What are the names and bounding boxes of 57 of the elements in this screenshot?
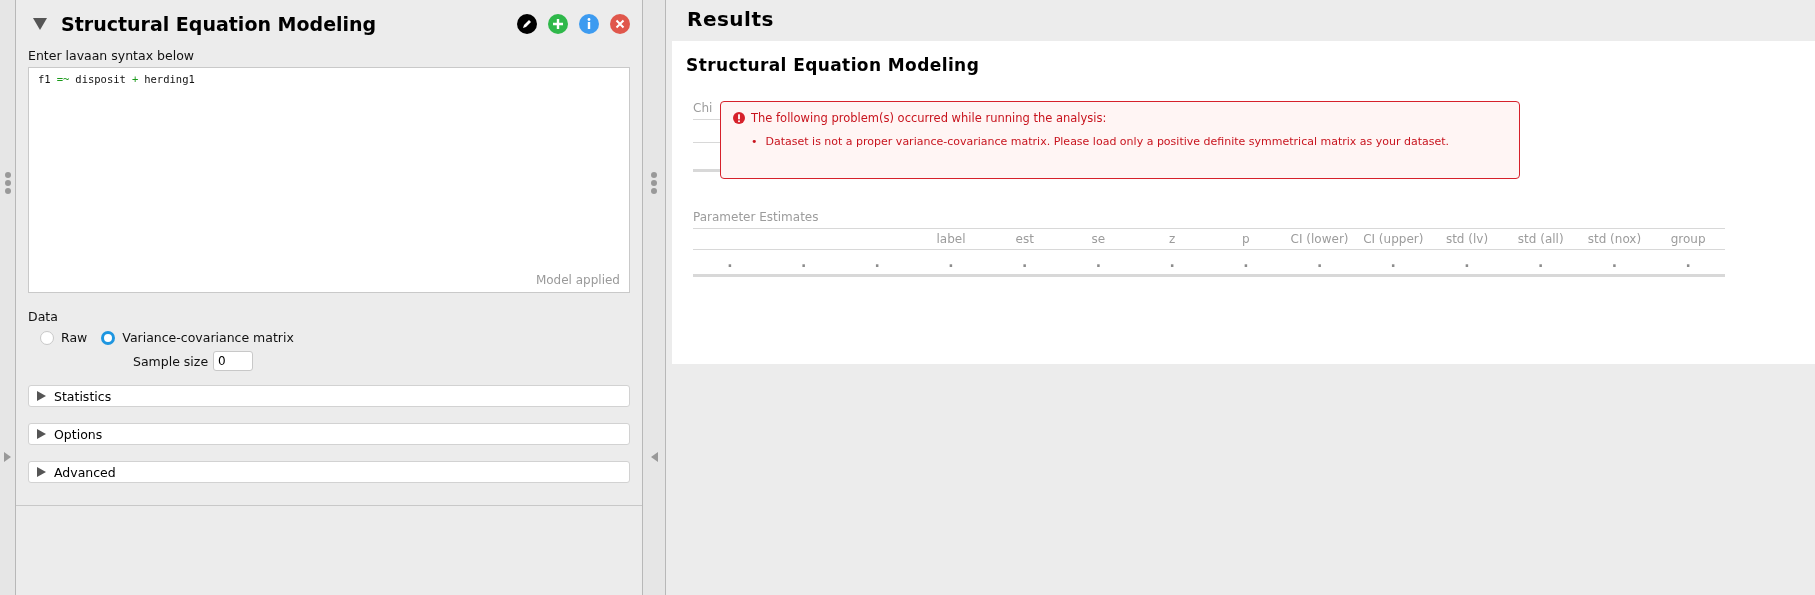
collapse-icon[interactable] <box>33 18 47 30</box>
radio-label[interactable]: Raw <box>61 330 88 345</box>
table-cell-text: . <box>947 254 955 270</box>
radio-button[interactable] <box>40 330 54 345</box>
collapse-arrow-icon[interactable] <box>650 452 658 462</box>
table-cell-text: . <box>1463 254 1471 270</box>
table-cell-text: . <box>1389 254 1397 270</box>
code-line: f1 =~ disposit + herding1 <box>38 73 196 85</box>
section-header[interactable]: Statistics <box>28 385 630 407</box>
table-cell-text: . <box>1315 254 1324 270</box>
data-label: Data <box>28 309 59 324</box>
column-header: group <box>1669 232 1707 246</box>
plus-icon[interactable] <box>548 14 568 34</box>
close-icon[interactable] <box>610 14 630 34</box>
column-header: std (nox) <box>1586 232 1643 246</box>
bullet: • <box>751 135 758 148</box>
radio-label[interactable]: Variance-covariance matrix <box>122 330 294 345</box>
sample-size-field[interactable]: 0 <box>213 351 254 371</box>
table-cell-text: . <box>1168 254 1176 270</box>
table-title: Parameter Estimates <box>693 210 820 224</box>
sample-size-label: Sample size <box>133 353 209 369</box>
radio-button[interactable] <box>101 330 116 345</box>
drag-handle-icon[interactable] <box>4 172 11 194</box>
drag-handle-icon[interactable] <box>651 172 657 194</box>
error-item: Dataset is not a proper variance-covariance matrix. Please load only a positive definite symmetrical matrix as your dataset. <box>765 135 1450 148</box>
column-header: est <box>1014 232 1035 246</box>
syntax-label: Enter lavaan syntax below <box>28 48 195 63</box>
table-title: Chi <box>693 101 714 115</box>
column-header: p <box>1241 232 1251 246</box>
syntax-editor[interactable]: f1 =~ disposit + herding1 Model applied <box>28 67 630 293</box>
column-header: std (lv) <box>1444 232 1490 246</box>
pencil-icon[interactable] <box>517 14 537 34</box>
section-header[interactable]: Advanced <box>28 461 630 483</box>
column-header: CI (upper) <box>1362 232 1425 246</box>
results-title: Results <box>686 6 775 33</box>
column-header: std (all) <box>1516 232 1565 246</box>
table-cell-text: . <box>1537 254 1545 270</box>
table-cell-text: . <box>1094 254 1103 270</box>
column-header: z <box>1168 232 1177 246</box>
model-status: Model applied <box>535 273 620 287</box>
table-cell-text: . <box>799 254 808 270</box>
column-header: CI (lower) <box>1289 232 1350 246</box>
table-cell-text: . <box>1684 254 1692 270</box>
table-cell-text: . <box>1610 254 1619 270</box>
column-header: se <box>1090 232 1107 246</box>
column-header: label <box>935 232 967 246</box>
error-title: The following problem(s) occurred while running the analysis: <box>751 111 1107 125</box>
expand-arrow-icon[interactable] <box>4 452 11 462</box>
info-icon[interactable] <box>579 14 599 34</box>
table-cell-text: . <box>1242 254 1250 270</box>
analysis-title: Structural Equation Modeling <box>61 13 378 35</box>
results-heading: Structural Equation Modeling <box>686 55 981 75</box>
error-icon <box>733 112 745 124</box>
section-header[interactable]: Options <box>28 423 630 445</box>
table-cell-text: . <box>1021 254 1029 270</box>
table-cell-text: . <box>726 254 734 270</box>
table-cell-text: . <box>873 254 881 270</box>
